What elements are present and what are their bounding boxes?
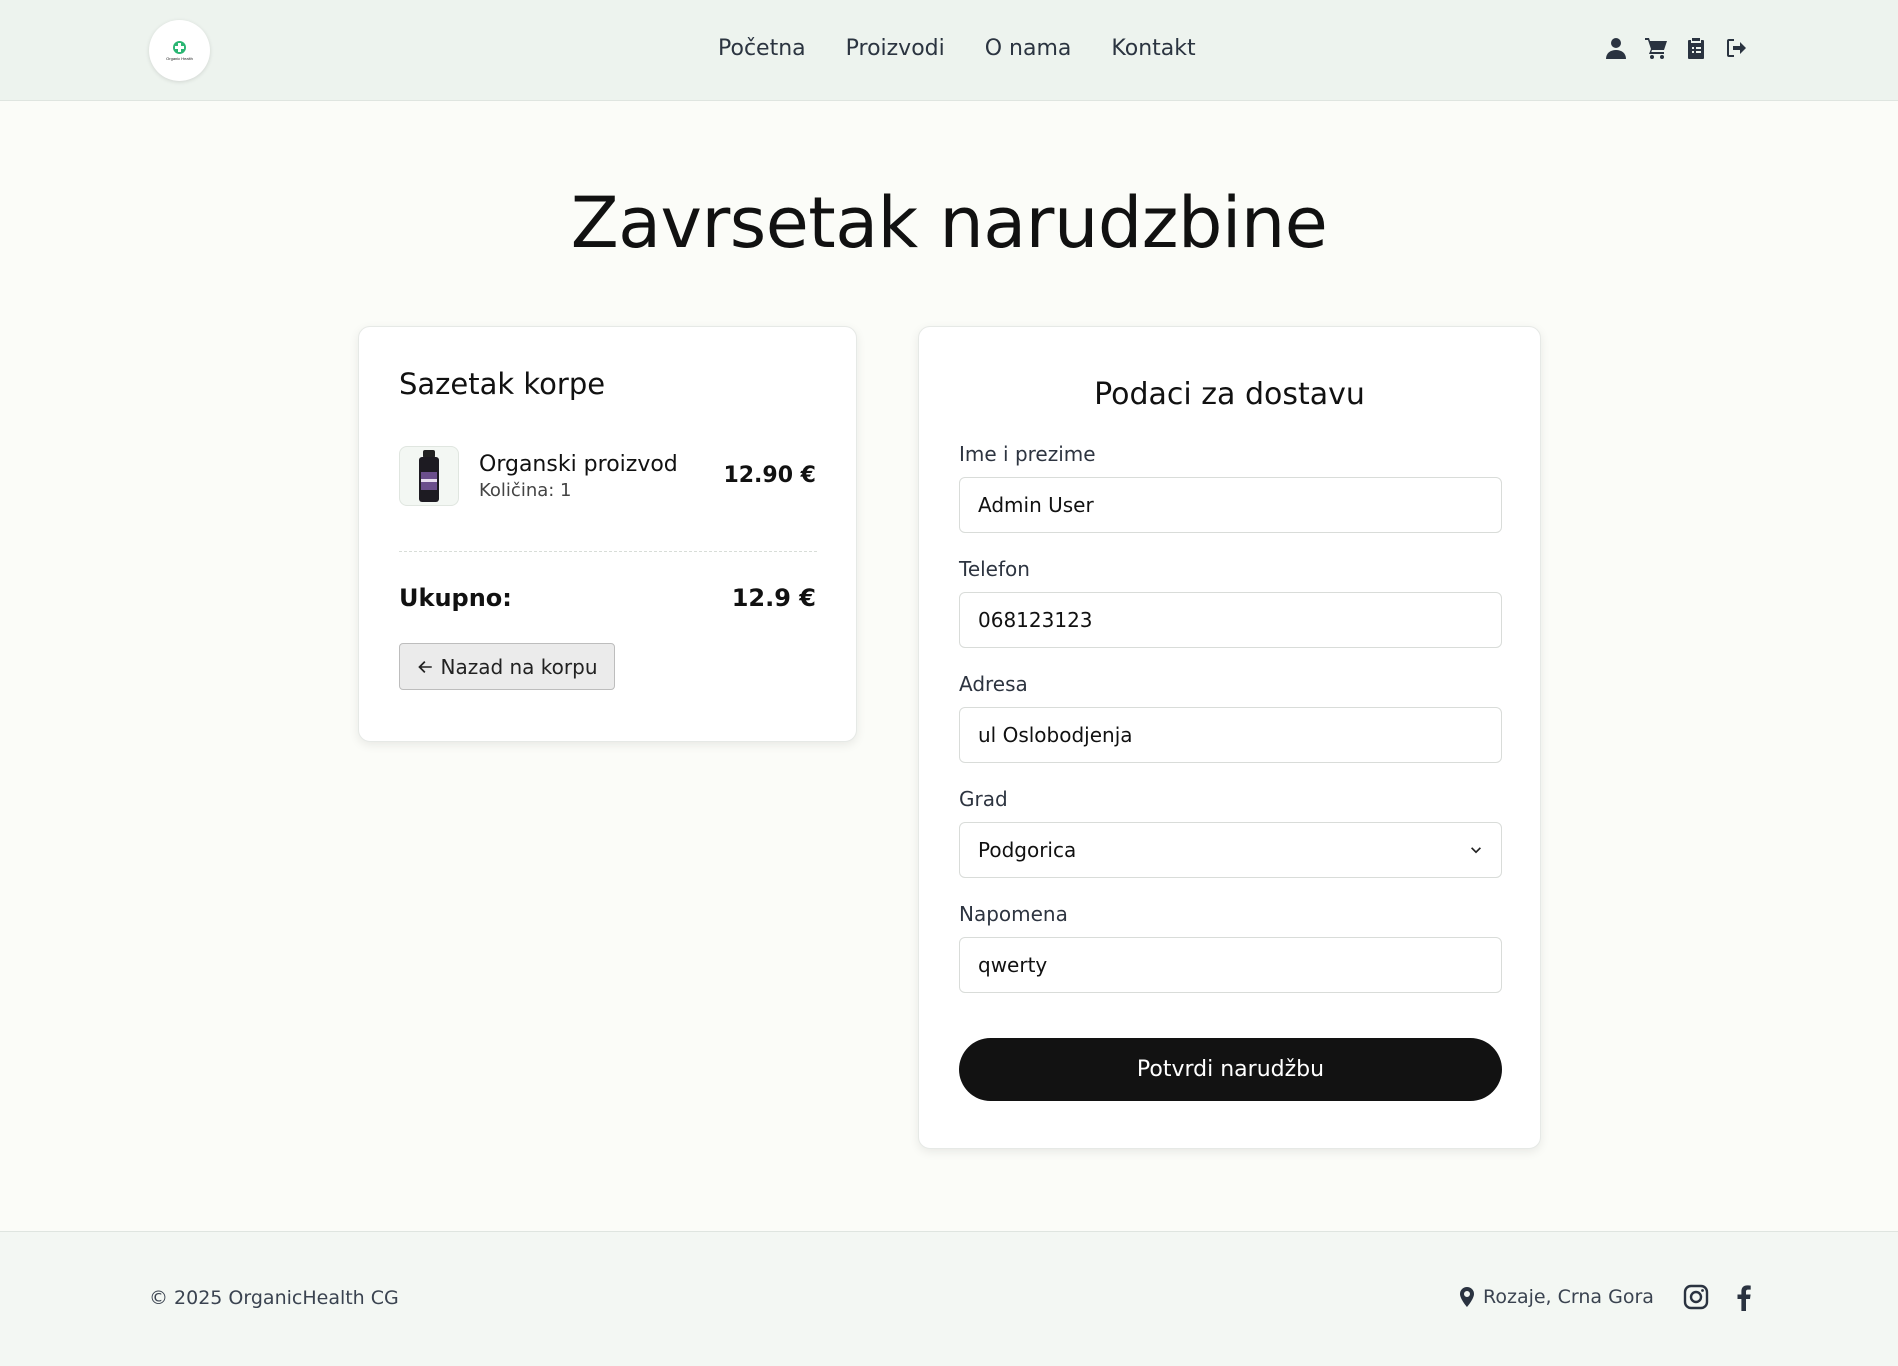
facebook-icon[interactable] — [1730, 1282, 1758, 1312]
delivery-form-card: Podaci za dostavu Ime i prezime Admin Us… — [918, 326, 1541, 1149]
chevron-down-icon — [1471, 847, 1481, 854]
location: Rozaje, Crna Gora — [1459, 1286, 1654, 1308]
bottle-image — [419, 450, 439, 502]
site-footer: © 2025 OrganicHealth CG Rozaje, Crna Gor… — [0, 1231, 1898, 1366]
product-name: Organski proizvod — [479, 452, 678, 477]
back-to-cart-label: Nazad na korpu — [440, 654, 598, 679]
back-to-cart-button[interactable]: Nazad na korpu — [399, 643, 615, 690]
nav-about[interactable]: O nama — [985, 36, 1072, 61]
header-actions — [1604, 36, 1748, 60]
phone-field[interactable]: 068123123 — [959, 592, 1502, 648]
confirm-order-button[interactable]: Potvrdi narudžbu — [959, 1038, 1502, 1101]
cross-icon — [173, 40, 186, 54]
name-field[interactable]: Admin User — [959, 477, 1502, 533]
logo[interactable]: Organic Health — [149, 20, 210, 81]
summary-title: Sazetak korpe — [399, 367, 606, 401]
address-label: Adresa — [959, 672, 1028, 696]
main-nav: Početna Proizvodi O nama Kontakt — [718, 36, 1196, 61]
copyright: © 2025 OrganicHealth CG — [149, 1287, 399, 1309]
name-label: Ime i prezime — [959, 442, 1096, 466]
address-field[interactable]: ul Oslobodjenja — [959, 707, 1502, 763]
note-field[interactable]: qwerty — [959, 937, 1502, 993]
page-title: Zavrsetak narudzbine — [570, 182, 1328, 264]
instagram-icon[interactable] — [1682, 1282, 1710, 1312]
product-price: 12.90 € — [723, 463, 816, 488]
phone-label: Telefon — [959, 557, 1030, 581]
note-label: Napomena — [959, 902, 1068, 926]
cart-summary-card: Sazetak korpe Organski proizvod Količina… — [358, 326, 857, 742]
user-icon[interactable] — [1604, 36, 1628, 60]
social-links — [1682, 1282, 1758, 1312]
delivery-title: Podaci za dostavu — [1094, 377, 1365, 412]
city-select[interactable]: Podgorica — [959, 822, 1502, 878]
product-image — [399, 446, 459, 506]
orders-icon[interactable] — [1684, 36, 1708, 60]
cart-icon[interactable] — [1644, 36, 1668, 60]
nav-home[interactable]: Početna — [718, 36, 806, 61]
summary-divider — [399, 551, 817, 552]
logout-icon[interactable] — [1724, 36, 1748, 60]
city-label: Grad — [959, 787, 1008, 811]
nav-products[interactable]: Proizvodi — [846, 36, 945, 61]
map-pin-icon — [1460, 1287, 1474, 1307]
city-select-value: Podgorica — [978, 838, 1077, 862]
nav-contact[interactable]: Kontakt — [1111, 36, 1195, 61]
total-value: 12.9 € — [731, 584, 816, 612]
total-label: Ukupno: — [399, 584, 512, 612]
arrow-left-icon — [418, 660, 433, 673]
logo-text: Organic Health — [166, 55, 193, 61]
product-quantity: Količina: 1 — [479, 480, 572, 501]
site-header: Organic Health Početna Proizvodi O nama … — [0, 0, 1898, 101]
location-text: Rozaje, Crna Gora — [1483, 1286, 1654, 1308]
